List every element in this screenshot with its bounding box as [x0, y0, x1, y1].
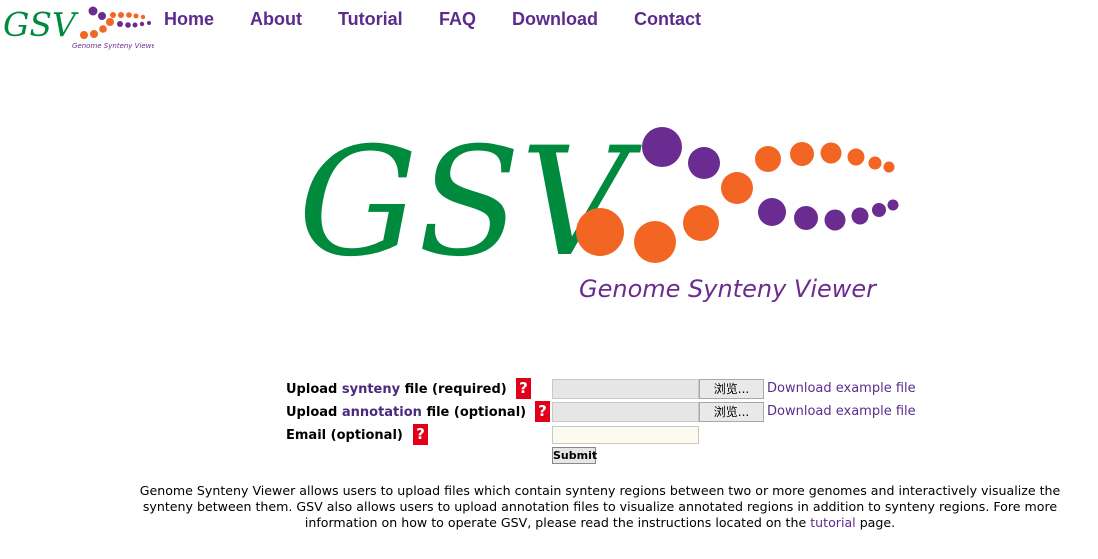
- tutorial-link[interactable]: tutorial: [810, 515, 855, 530]
- synteny-example-link[interactable]: Download example file: [767, 381, 916, 396]
- annotation-help-icon[interactable]: ?: [535, 401, 550, 422]
- small-logo-tagline: Genome Synteny Viewer: [72, 42, 154, 50]
- annotation-file-input[interactable]: [552, 402, 699, 422]
- nav-faq[interactable]: FAQ: [439, 9, 476, 29]
- nav-download[interactable]: Download: [512, 9, 598, 29]
- nav-contact[interactable]: Contact: [634, 9, 701, 29]
- gsv-small-logo[interactable]: GSV Genome Synteny Viewer: [2, 2, 154, 50]
- main-logo-text: GSV: [298, 116, 643, 290]
- synteny-browse-button[interactable]: 浏览...: [699, 379, 764, 399]
- synteny-file-input[interactable]: [552, 379, 699, 399]
- email-field[interactable]: [552, 426, 699, 444]
- email-label: Email (optional): [286, 428, 403, 443]
- annotation-example-link[interactable]: Download example file: [767, 404, 916, 419]
- annotation-file-label: Upload annotation file (optional): [286, 405, 527, 420]
- synteny-help-icon[interactable]: ?: [516, 378, 531, 399]
- gsv-main-logo: GSV Genome Synteny Viewer: [296, 116, 906, 306]
- main-logo-tagline: Genome Synteny Viewer: [579, 275, 878, 303]
- nav-tutorial[interactable]: Tutorial: [338, 9, 403, 29]
- description-text: Genome Synteny Viewer allows users to up…: [139, 483, 1061, 530]
- small-logo-text: GSV: [3, 5, 79, 44]
- top-navigation-bar: GSV Genome Synteny Viewer Home About Tut…: [0, 0, 1098, 52]
- email-help-icon[interactable]: ?: [413, 424, 428, 445]
- small-logo-dots: [80, 6, 151, 39]
- synteny-file-label: Upload synteny file (required): [286, 382, 507, 397]
- submit-button[interactable]: Submit: [552, 447, 597, 464]
- nav-about[interactable]: About: [250, 9, 302, 29]
- nav-home[interactable]: Home: [164, 9, 214, 29]
- annotation-browse-button[interactable]: 浏览...: [699, 402, 764, 422]
